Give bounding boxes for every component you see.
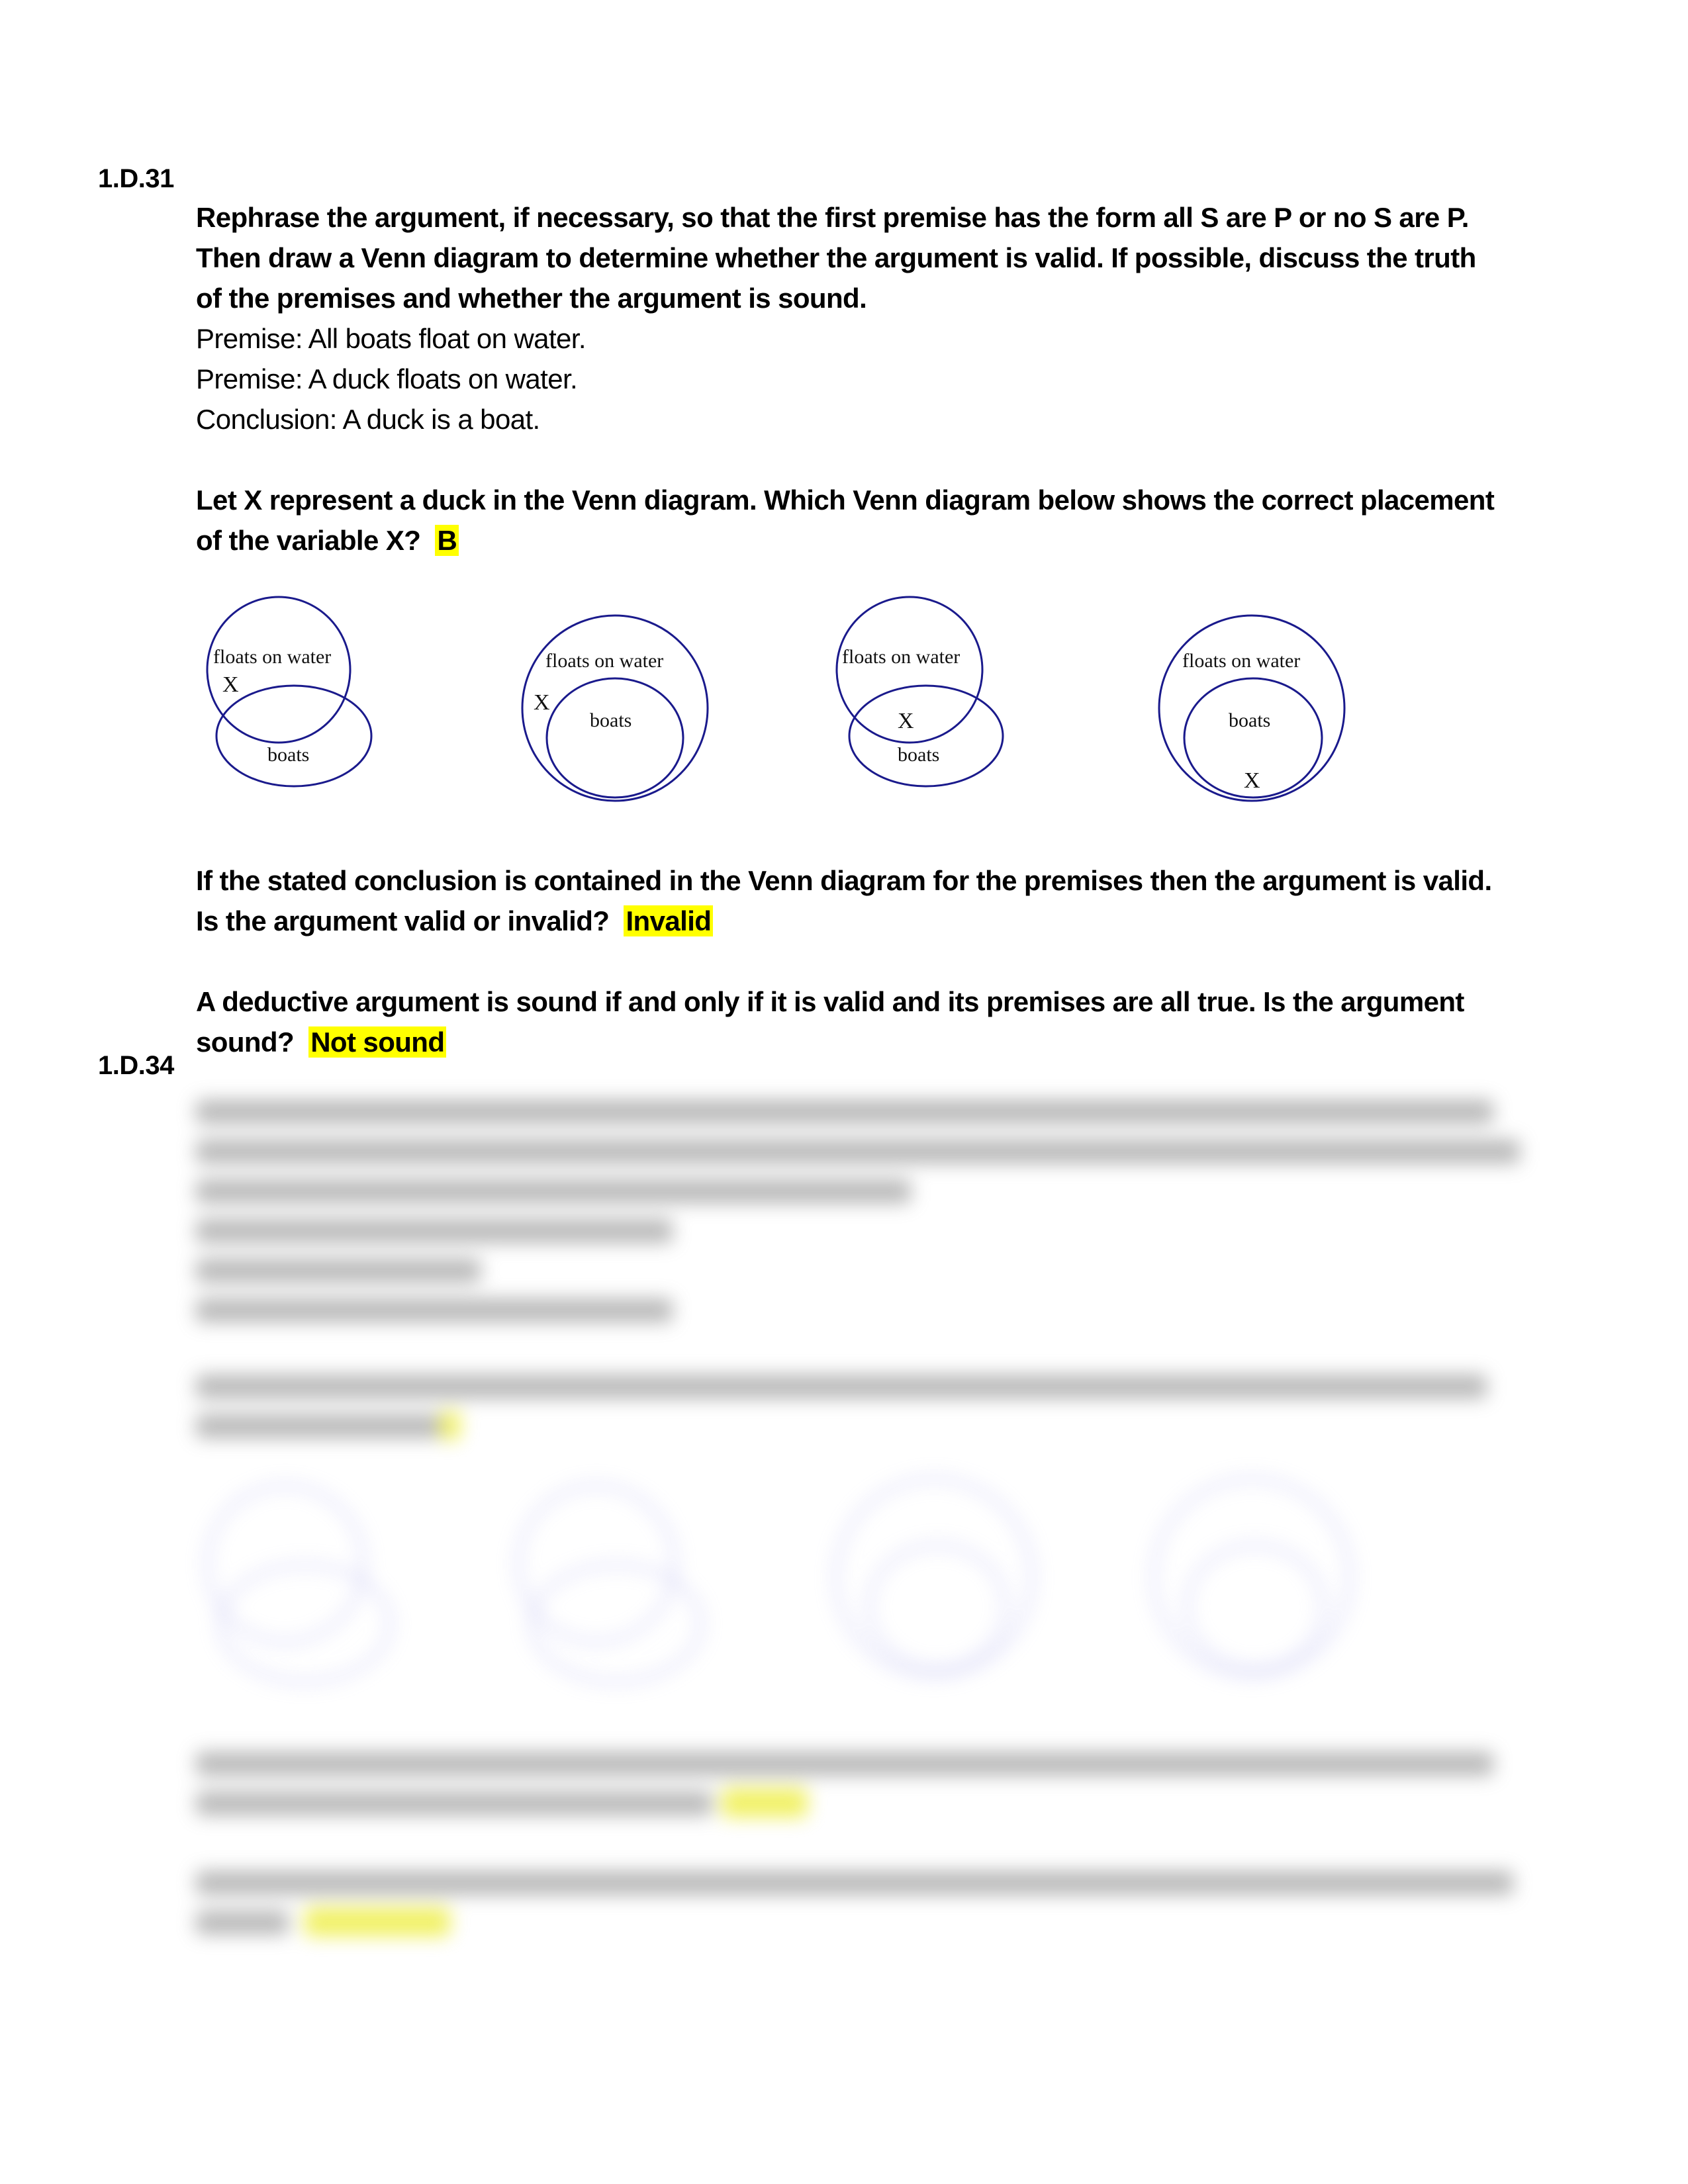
circle-floats-on-water <box>206 596 352 744</box>
label-floats-on-water: floats on water <box>842 646 960 668</box>
instruction-line: Rephrase the argument, if necessary, so … <box>196 202 1469 233</box>
validity-question-line-2: Is the argument valid or invalid? Invali… <box>196 901 1599 941</box>
label-boats: boats <box>590 709 632 731</box>
question-x-line: Let X represent a duck in the Venn diagr… <box>196 484 1495 516</box>
instruction-line: Then draw a Venn diagram to determine wh… <box>196 242 1476 273</box>
mark-x: X <box>534 690 550 715</box>
label-floats-on-water: floats on water <box>213 646 331 668</box>
label-floats-on-water: floats on water <box>545 650 663 672</box>
problem-1-validity: If the stated conclusion is contained in… <box>196 860 1599 1062</box>
question-x-line-2: of the variable X? B <box>196 520 1599 561</box>
circle-boats <box>545 677 684 799</box>
validity-answer-highlight: Invalid <box>624 905 714 936</box>
soundness-question-line: A deductive argument is sound if and onl… <box>196 986 1464 1017</box>
label-boats: boats <box>1229 709 1270 731</box>
venn-b-svg: floats on water X boats <box>521 614 709 802</box>
premise-1: Premise: All boats float on water. <box>196 323 586 354</box>
venn-diagram-c: floats on water X boats <box>835 596 1049 814</box>
circle-boats <box>848 684 1004 788</box>
mark-x: X <box>898 709 914 733</box>
venn-a-svg: floats on water X boats <box>206 596 373 788</box>
problem-1-body: Rephrase the argument, if necessary, so … <box>196 197 1599 561</box>
venn-d-svg: floats on water boats X <box>1158 614 1346 802</box>
soundness-question-line-2: sound? Not sound <box>196 1022 1599 1062</box>
validity-question-line: If the stated conclusion is contained in… <box>196 865 1492 896</box>
soundness-answer-highlight: Not sound <box>308 1026 447 1058</box>
instruction-line: of the premises and whether the argument… <box>196 283 867 314</box>
conclusion: Conclusion: A duck is a boat. <box>196 404 540 435</box>
label-boats: boats <box>267 744 309 766</box>
validity-question-text: Is the argument valid or invalid? <box>196 905 610 936</box>
label-floats-on-water: floats on water <box>1182 650 1300 672</box>
venn-diagram-b: floats on water X boats <box>520 596 732 814</box>
premise-2: Premise: A duck floats on water. <box>196 363 578 394</box>
document-page: 1.D.31 Rephrase the argument, if necessa… <box>0 0 1688 2184</box>
venn-diagram-options: floats on water X boats floats on water … <box>196 596 1619 814</box>
label-boats: boats <box>898 744 939 766</box>
soundness-question-text: sound? <box>196 1026 295 1058</box>
answer-x-highlight: B <box>435 525 459 556</box>
venn-c-svg: floats on water X boats <box>835 596 1004 788</box>
venn-diagram-a: floats on water X boats <box>203 596 414 814</box>
circle-boats <box>215 684 373 788</box>
question-x-text: of the variable X? <box>196 525 421 556</box>
mark-x: X <box>222 672 239 697</box>
problem-number: 1.D.31 <box>98 164 174 193</box>
circle-floats-on-water <box>521 614 709 802</box>
mark-x: X <box>1244 768 1260 793</box>
venn-diagram-d: floats on water boats X <box>1156 596 1368 814</box>
blurred-content-overlay <box>0 1067 1688 2060</box>
